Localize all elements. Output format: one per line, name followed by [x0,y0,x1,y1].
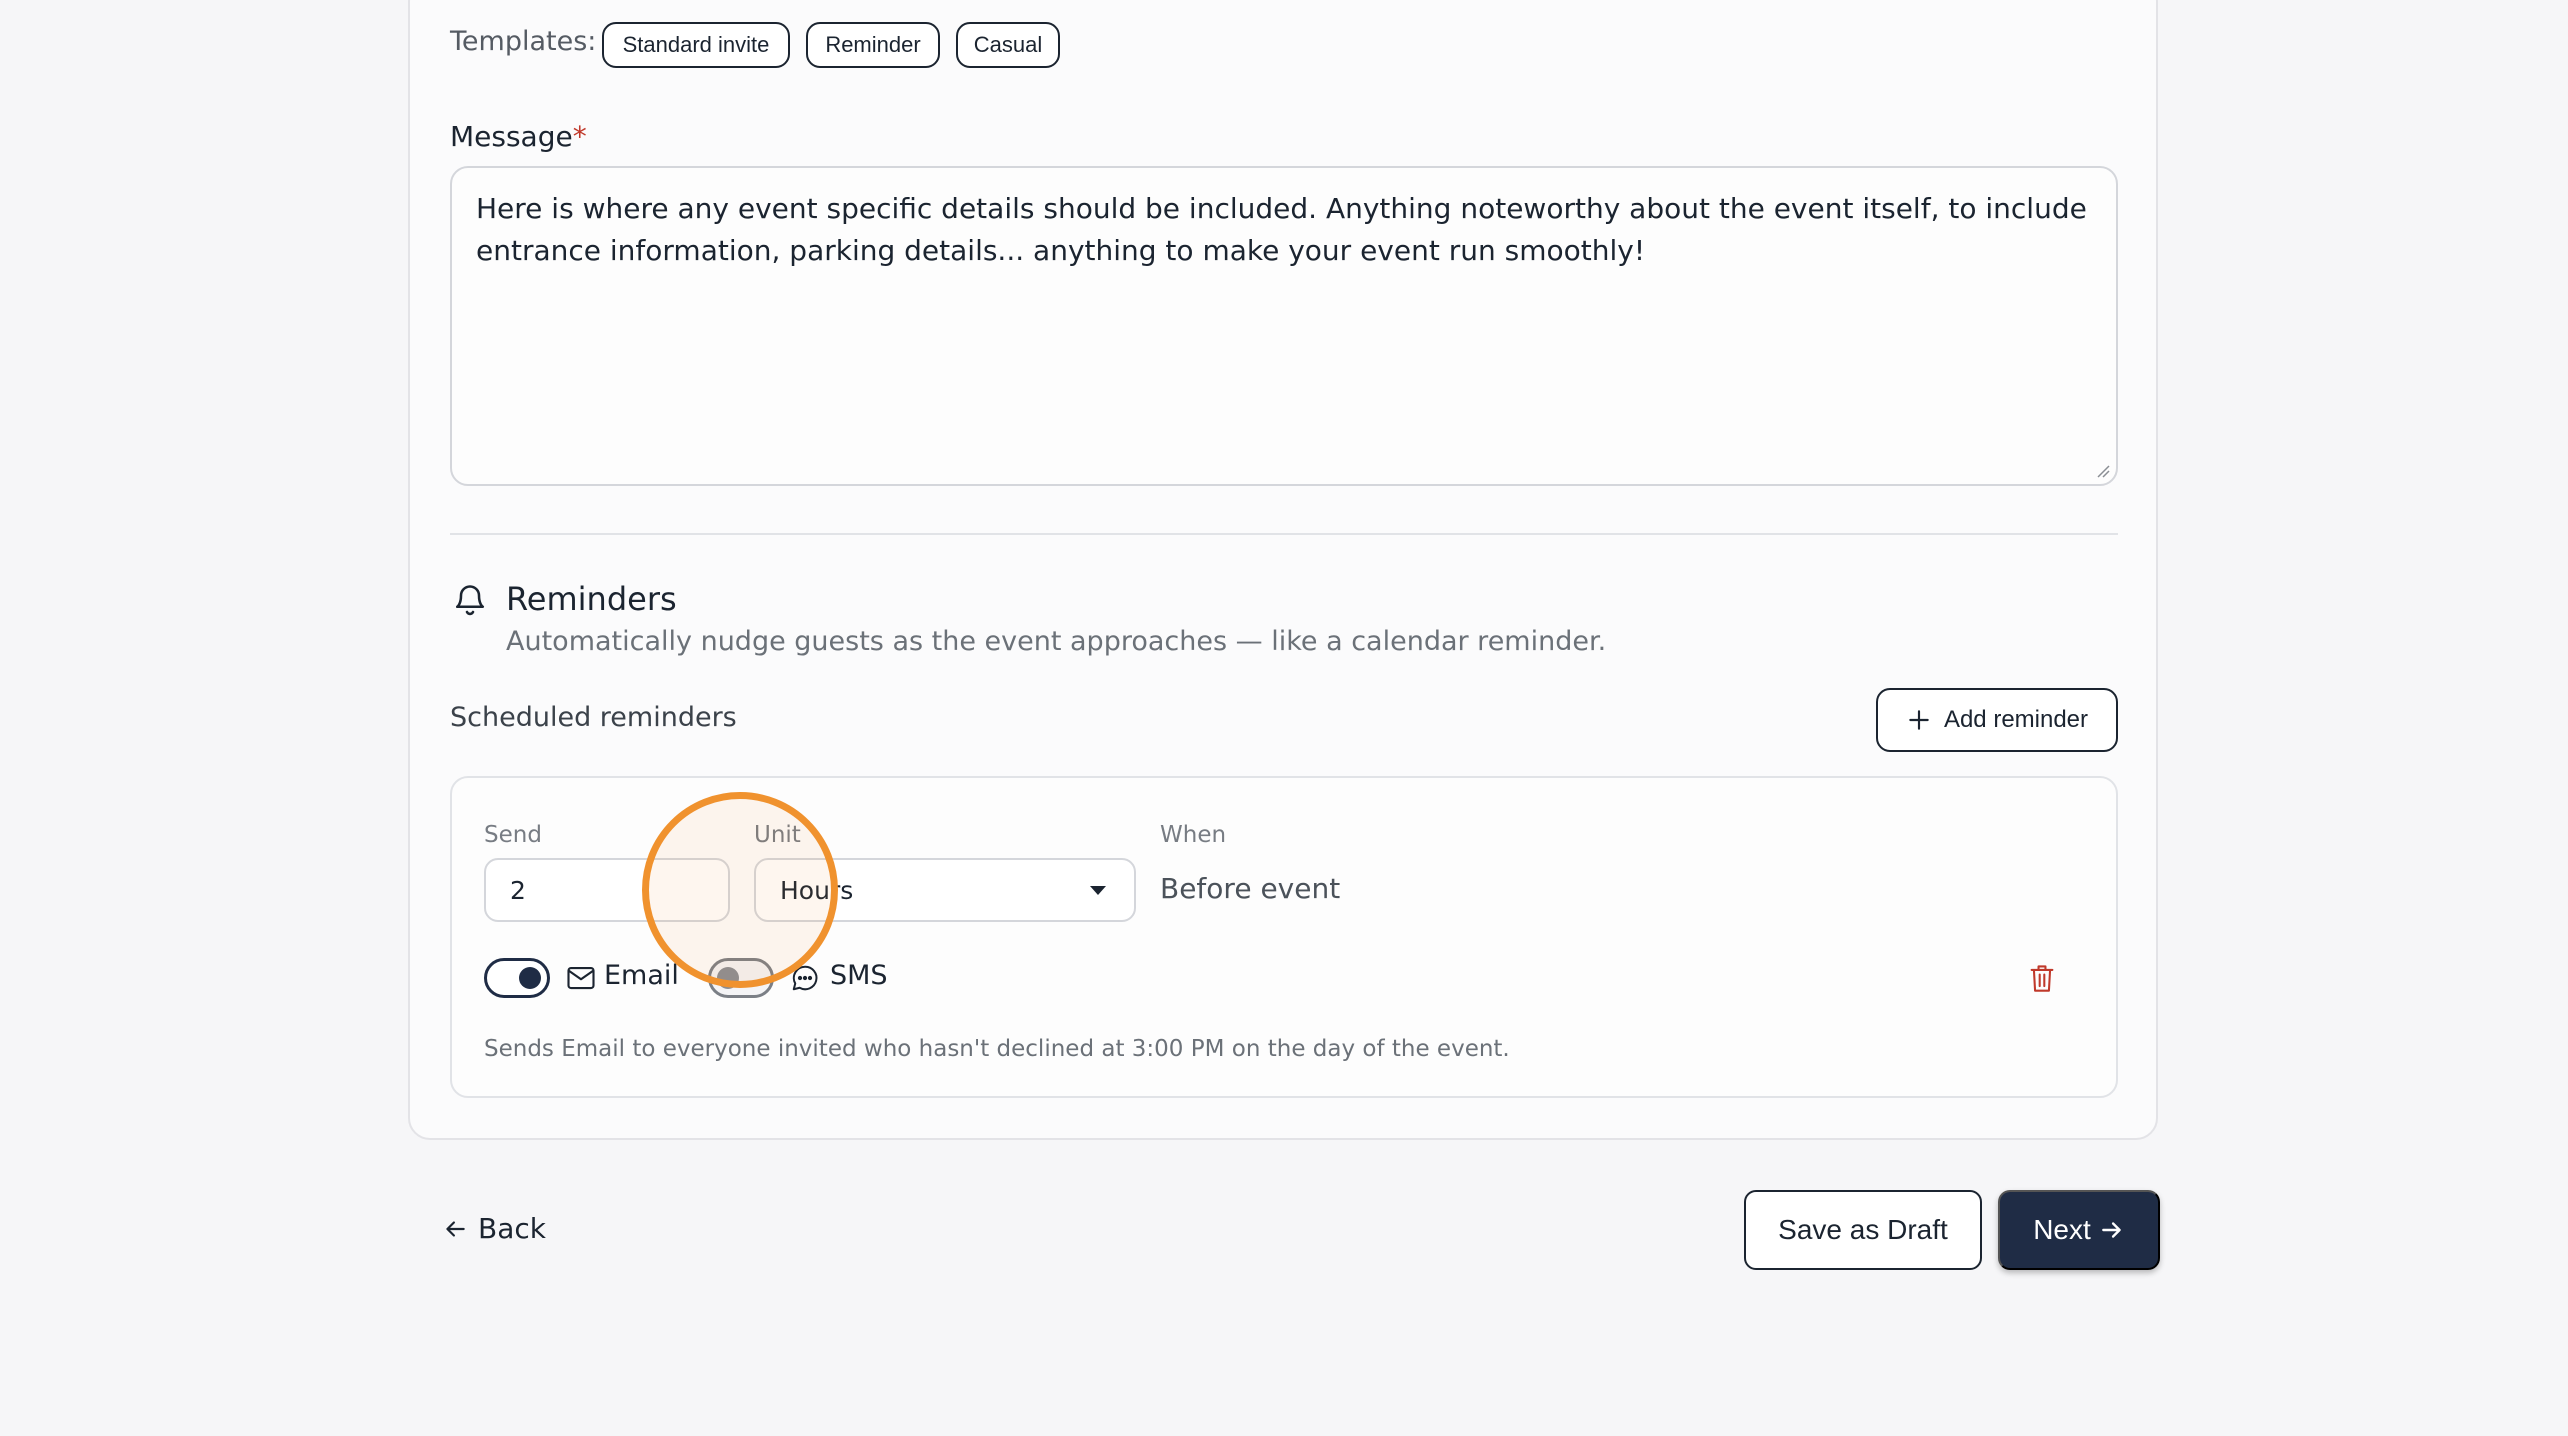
cursor-highlight [642,792,838,988]
back-button[interactable]: Back [442,1212,546,1245]
toggle-knob [519,967,541,989]
email-channel-label: Email [604,960,679,991]
mail-icon [567,966,595,990]
resize-grip-icon[interactable] [2094,462,2110,478]
when-value: Before event [1160,872,1341,905]
template-casual-chip[interactable]: Casual [956,22,1060,68]
template-reminder-chip[interactable]: Reminder [806,22,940,68]
email-toggle[interactable] [484,958,550,998]
message-label: Message* [450,120,587,153]
save-draft-button[interactable]: Save as Draft [1744,1190,1982,1270]
trash-icon[interactable] [2028,963,2056,993]
template-standard-invite-chip[interactable]: Standard invite [602,22,790,68]
sms-channel-label: SMS [830,960,888,991]
reminders-subtitle: Automatically nudge guests as the event … [506,626,1607,657]
next-label: Next [2033,1214,2091,1245]
templates-label: Templates: [450,26,597,57]
next-button[interactable]: Next [1998,1190,2160,1270]
reminders-title: Reminders [506,580,677,618]
arrow-left-icon [446,1220,465,1237]
section-divider [450,533,2118,535]
reminder-summary-note: Sends Email to everyone invited who hasn… [484,1036,1510,1062]
chevron-down-icon [1090,886,1106,895]
add-reminder-label: Add reminder [1943,706,2089,733]
send-amount-value: 2 [510,875,526,905]
scheduled-reminders-label: Scheduled reminders [450,702,737,733]
plus-icon [1909,710,1929,730]
add-reminder-button[interactable]: Add reminder [1876,688,2118,752]
back-label: Back [478,1212,546,1245]
message-textarea[interactable]: Here is where any event specific details… [450,166,2118,486]
required-mark: * [572,120,587,153]
arrow-right-icon [2101,1222,2121,1238]
when-label: When [1160,822,1227,848]
message-text: Here is where any event specific details… [476,192,2087,267]
send-label: Send [484,822,542,848]
bell-icon [455,585,485,616]
